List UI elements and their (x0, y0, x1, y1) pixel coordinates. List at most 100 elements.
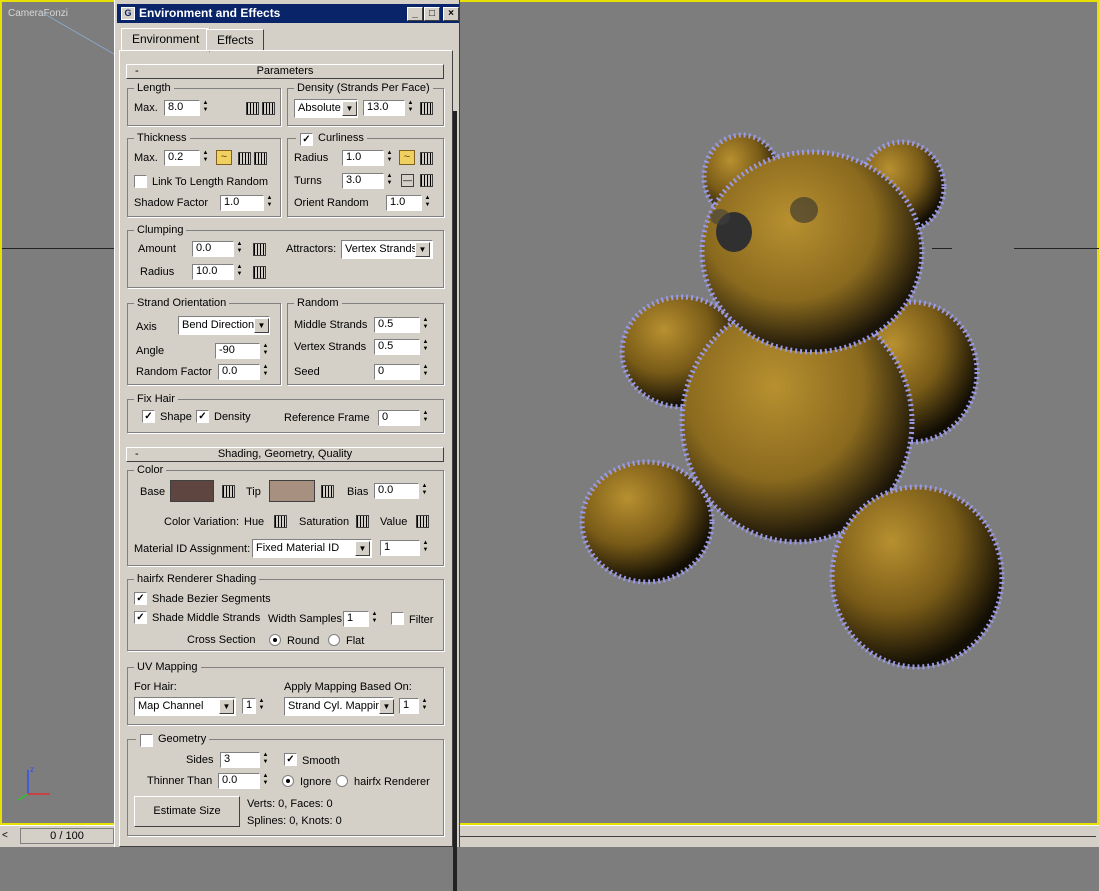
material-id-chevron-down-icon[interactable]: ▼ (355, 541, 370, 556)
ignore-radio[interactable] (282, 775, 294, 787)
value-map-icon[interactable] (416, 515, 429, 528)
thickness-map-icon[interactable] (238, 152, 251, 165)
angle-input[interactable]: -90 (215, 343, 260, 359)
vertex-strands-input[interactable]: 0.5 (374, 339, 420, 355)
length-max-label: Max. (134, 102, 158, 114)
sides-input[interactable]: 3 (220, 752, 260, 768)
map-channel-chevron-down-icon[interactable]: ▼ (219, 699, 234, 714)
geometry-checkbox[interactable] (140, 734, 153, 747)
shadow-factor-input[interactable]: 1.0 (220, 195, 264, 211)
curl-turns-input[interactable]: 3.0 (342, 173, 384, 189)
random-factor-input[interactable]: 0.0 (218, 364, 260, 380)
panel-scrollbar[interactable] (453, 111, 457, 891)
length-map2-icon[interactable] (262, 102, 275, 115)
time-slider[interactable]: 0 / 100 (20, 828, 114, 844)
saturation-map-icon[interactable] (356, 515, 369, 528)
minimize-icon[interactable]: _ (407, 7, 423, 21)
curl-turns-flat-icon[interactable]: — (401, 174, 414, 187)
orient-random-input[interactable]: 1.0 (386, 195, 422, 211)
close-icon[interactable]: × (443, 7, 459, 21)
thickness-curve-icon[interactable]: ~ (216, 150, 232, 165)
estimate-size-button[interactable]: Estimate Size (134, 796, 240, 827)
filter-checkbox[interactable] (391, 612, 404, 625)
map-channel-spinner-icon[interactable]: ▲ ▼ (257, 698, 266, 714)
material-id-dropdown[interactable]: Fixed Material ID (252, 539, 372, 558)
smooth-checkbox[interactable]: ✓ (284, 753, 297, 766)
clump-amount-spinner-icon[interactable]: ▲ ▼ (235, 241, 244, 257)
vertex-strands-spinner-icon[interactable]: ▲ ▼ (421, 339, 430, 355)
strand-mapping-spinner-icon[interactable]: ▲ ▼ (420, 698, 429, 714)
strand-mapping-input[interactable]: 1 (399, 698, 419, 714)
density-chevron-down-icon[interactable]: ▼ (342, 101, 357, 116)
curl-turns-map-icon[interactable] (420, 174, 433, 187)
axis-chevron-down-icon[interactable]: ▼ (254, 318, 269, 333)
thickness-spinner-icon[interactable]: ▲ ▼ (201, 150, 210, 166)
dialog-titlebar[interactable]: G Environment and Effects _ □ × (117, 4, 459, 23)
length-map-icon[interactable] (246, 102, 259, 115)
clump-radius-map-icon[interactable] (253, 266, 266, 279)
curl-turns-spinner-icon[interactable]: ▲ ▼ (385, 173, 394, 189)
thickness-map2-icon[interactable] (254, 152, 267, 165)
maximize-icon[interactable]: □ (424, 7, 440, 21)
tab-environment[interactable]: Environment (121, 28, 211, 52)
random-factor-spinner-icon[interactable]: ▲ ▼ (261, 364, 270, 380)
curl-radius-curve-icon[interactable]: ~ (399, 150, 415, 165)
rollout-shading[interactable]: - Shading, Geometry, Quality (126, 447, 444, 462)
density-input[interactable]: 13.0 (363, 100, 405, 116)
width-samples-spinner-icon[interactable]: ▲ ▼ (370, 611, 379, 627)
viewport-label[interactable]: CameraFonzi (8, 8, 68, 19)
curl-radius-spinner-icon[interactable]: ▲ ▼ (385, 150, 394, 166)
middle-strands-label: Middle Strands (294, 319, 368, 331)
base-color-map-icon[interactable] (222, 485, 235, 498)
width-samples-input[interactable]: 1 (343, 611, 369, 627)
length-max-spinner-icon[interactable]: ▲ ▼ (201, 100, 210, 116)
thickness-max-input[interactable]: 0.2 (164, 150, 200, 166)
sides-spinner-icon[interactable]: ▲ ▼ (261, 752, 270, 768)
map-channel-input[interactable]: 1 (242, 698, 256, 714)
tip-color-swatch[interactable] (269, 480, 315, 502)
strand-mapping-dropdown[interactable]: Strand Cyl. Mappin (284, 697, 394, 716)
angle-spinner-icon[interactable]: ▲ ▼ (261, 343, 270, 359)
tab-effects[interactable]: Effects (206, 29, 265, 51)
material-id-input[interactable]: 1 (380, 540, 420, 556)
density-spinner-icon[interactable]: ▲ ▼ (406, 100, 415, 116)
reference-frame-input[interactable]: 0 (378, 410, 420, 426)
middle-strands-input[interactable]: 0.5 (374, 317, 420, 333)
clump-amount-map-icon[interactable] (253, 243, 266, 256)
bias-input[interactable]: 0.0 (374, 483, 419, 499)
middle-strands-spinner-icon[interactable]: ▲ ▼ (421, 317, 430, 333)
fix-shape-checkbox[interactable]: ✓ (142, 410, 155, 423)
round-radio[interactable] (269, 634, 281, 646)
curl-radius-input[interactable]: 1.0 (342, 150, 384, 166)
link-length-random-checkbox[interactable] (134, 175, 147, 188)
thinner-than-input[interactable]: 0.0 (218, 773, 260, 789)
tip-color-map-icon[interactable] (321, 485, 334, 498)
length-max-input[interactable]: 8.0 (164, 100, 200, 116)
curl-radius-map-icon[interactable] (420, 152, 433, 165)
shade-bezier-checkbox[interactable]: ✓ (134, 592, 147, 605)
flat-radio[interactable] (328, 634, 340, 646)
fix-density-checkbox[interactable]: ✓ (196, 410, 209, 423)
clump-radius-input[interactable]: 10.0 (192, 264, 234, 280)
timeline-prev-icon[interactable]: < (2, 830, 8, 841)
orient-random-spinner-icon[interactable]: ▲ ▼ (423, 195, 432, 211)
rollout-parameters[interactable]: - Parameters (126, 64, 444, 79)
hue-map-icon[interactable] (274, 515, 287, 528)
density-map-icon[interactable] (420, 102, 433, 115)
seed-input[interactable]: 0 (374, 364, 420, 380)
base-color-swatch[interactable] (170, 480, 214, 502)
reference-frame-spinner-icon[interactable]: ▲ ▼ (421, 410, 430, 426)
strand-mapping-chevron-down-icon[interactable]: ▼ (379, 699, 394, 714)
curliness-checkbox[interactable]: ✓ (300, 133, 313, 146)
attractors-chevron-down-icon[interactable]: ▼ (415, 242, 430, 257)
shade-middle-checkbox[interactable]: ✓ (134, 611, 147, 624)
clump-amount-input[interactable]: 0.0 (192, 241, 234, 257)
bias-spinner-icon[interactable]: ▲ ▼ (420, 483, 429, 499)
seed-spinner-icon[interactable]: ▲ ▼ (421, 364, 430, 380)
material-id-spinner-icon[interactable]: ▲ ▼ (421, 540, 430, 556)
thinner-than-spinner-icon[interactable]: ▲ ▼ (261, 773, 270, 789)
shadow-factor-spinner-icon[interactable]: ▲ ▼ (265, 195, 274, 211)
hairfx-renderer-radio[interactable] (336, 775, 348, 787)
vertex-strands-label: Vertex Strands (294, 341, 367, 353)
clump-radius-spinner-icon[interactable]: ▲ ▼ (235, 264, 244, 280)
